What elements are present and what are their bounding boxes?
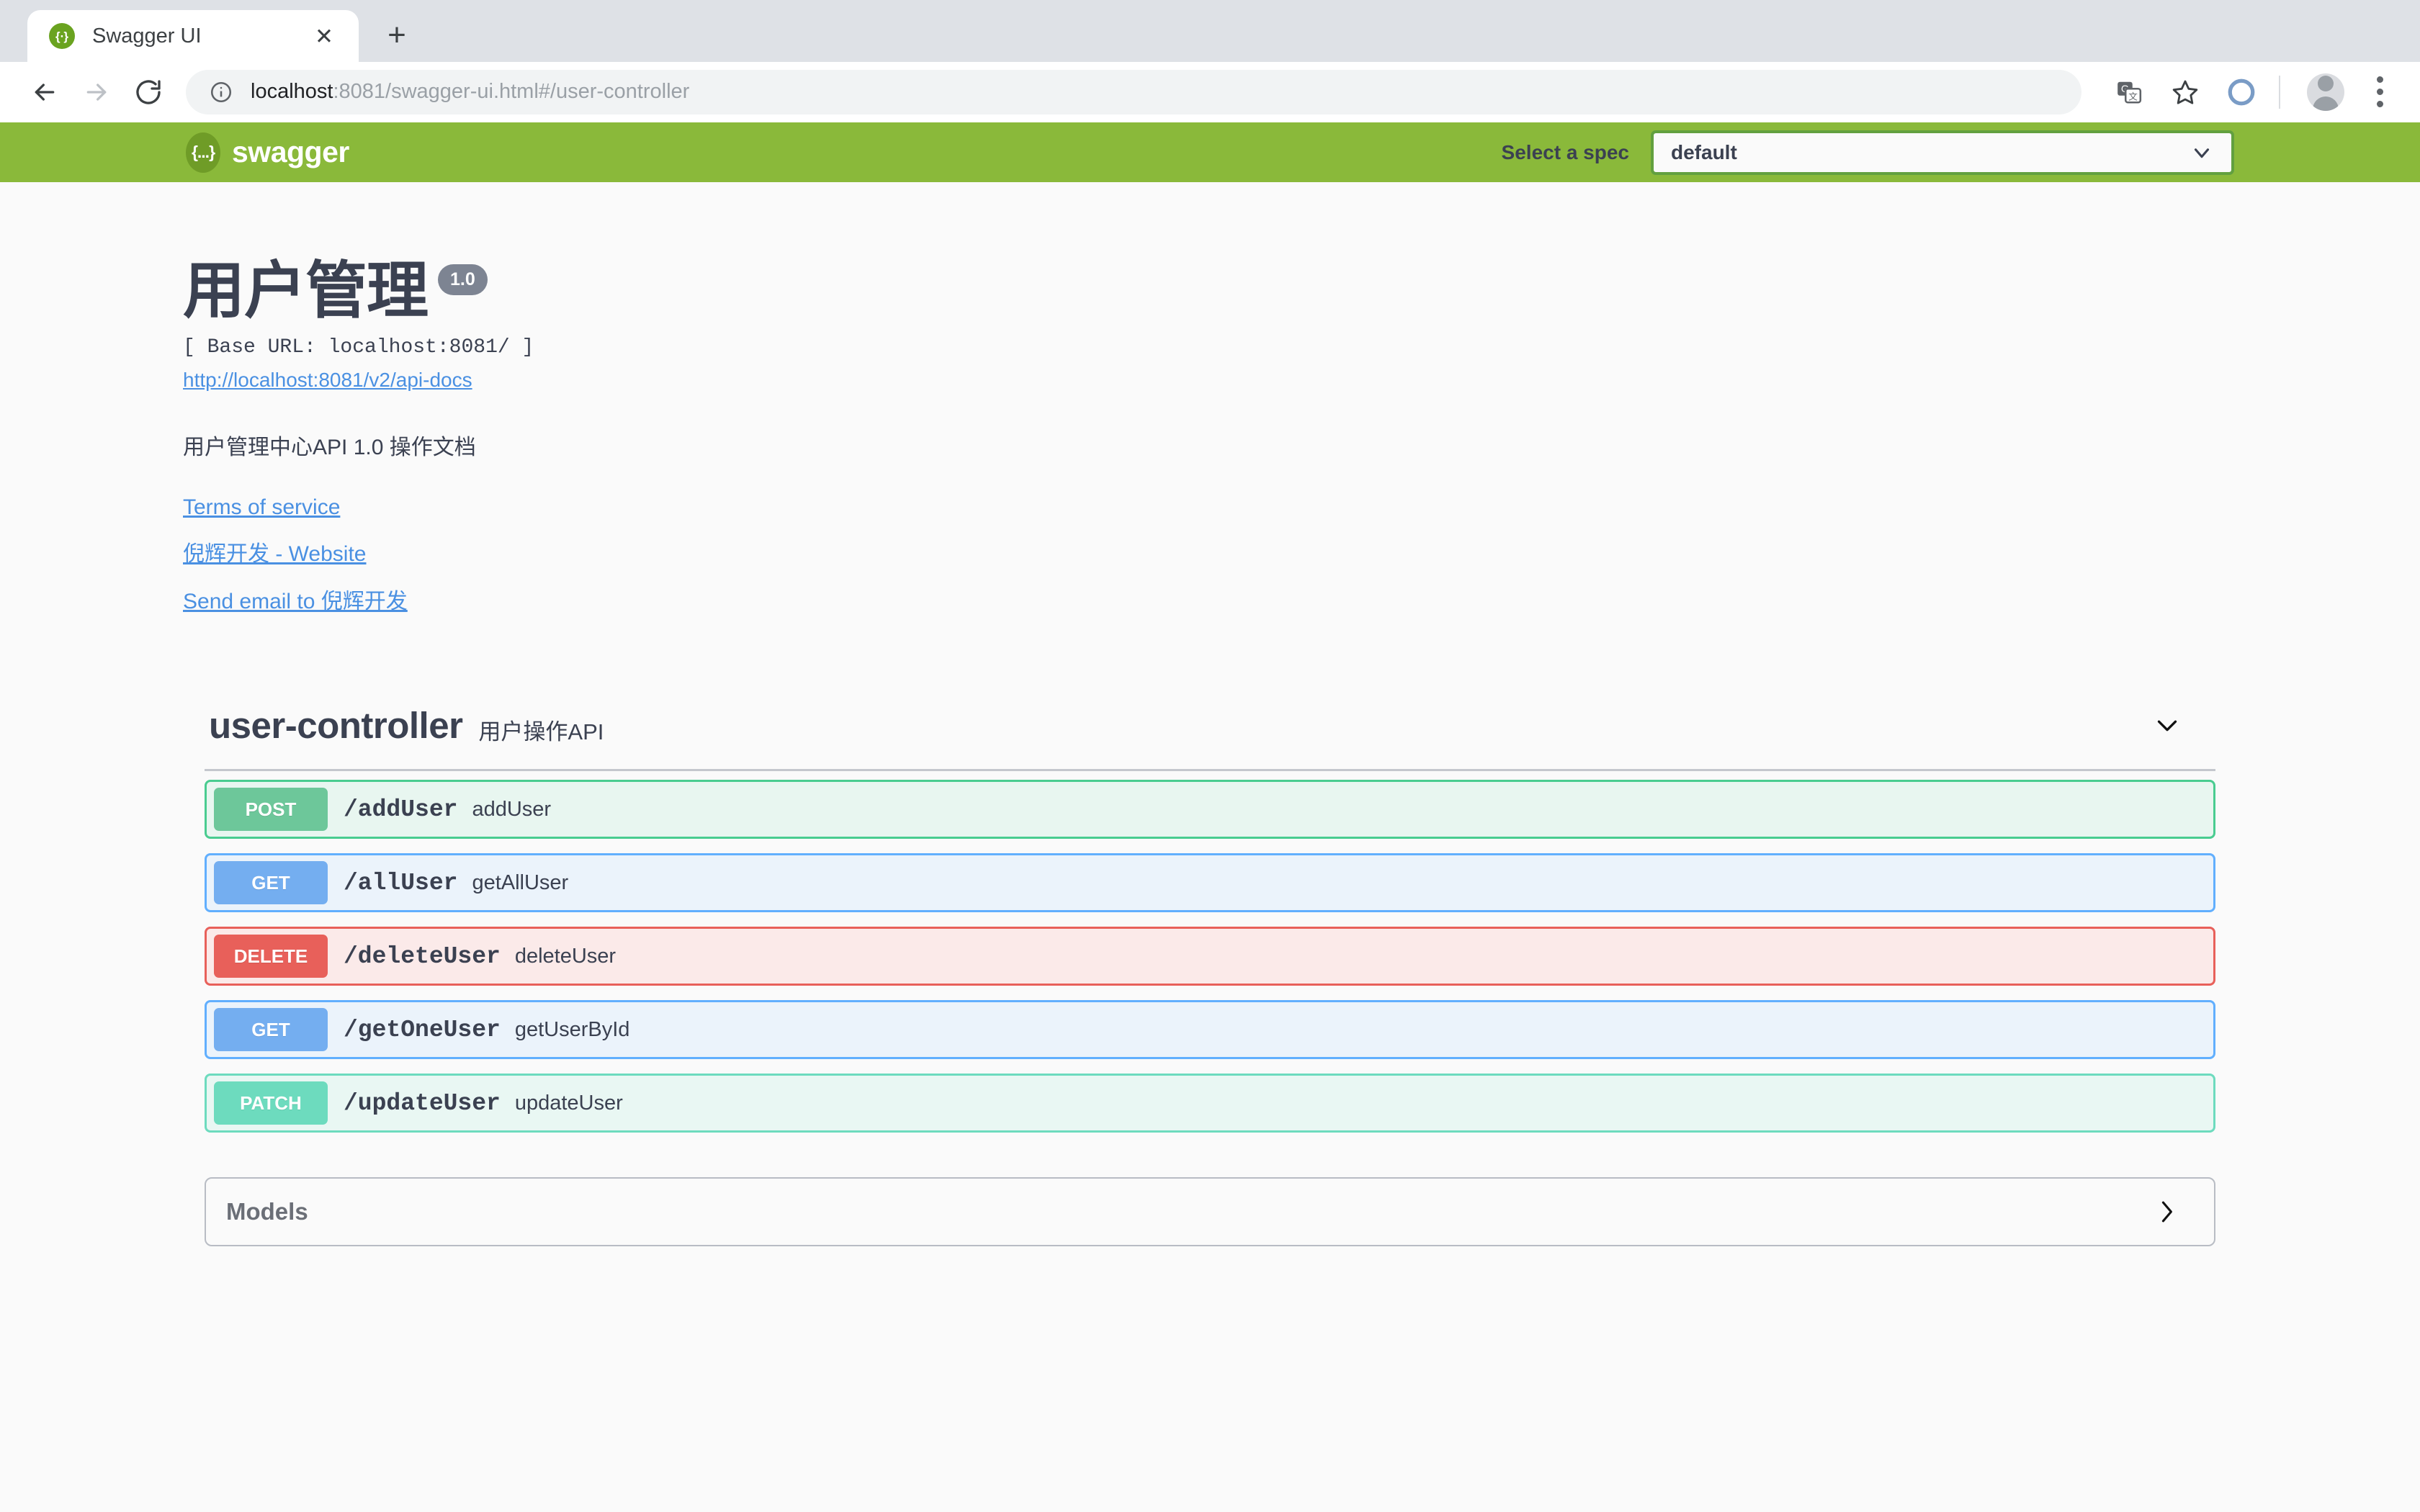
operation-row-deleteUser[interactable]: DELETE /deleteUser deleteUser — [205, 927, 2215, 986]
operation-summary: deleteUser — [514, 944, 617, 968]
operation-row-getOneUser[interactable]: GET /getOneUser getUserById — [205, 1000, 2215, 1059]
terms-of-service-link[interactable]: Terms of service — [183, 495, 2240, 520]
api-info: 用户管理 1.0 [ Base URL: localhost:8081/ ] h… — [180, 182, 2240, 615]
reload-icon[interactable] — [122, 66, 174, 118]
svg-text:文: 文 — [2128, 91, 2138, 102]
operation-row-allUser[interactable]: GET /allUser getAllUser — [205, 853, 2215, 912]
operation-list: POST /addUser addUser GET /allUser getAl… — [203, 780, 2217, 1133]
api-docs-link[interactable]: http://localhost:8081/v2/api-docs — [183, 369, 472, 392]
tab-strip: {∙} Swagger UI ✕ + — [0, 0, 2420, 62]
toolbar-divider — [2279, 75, 2280, 109]
website-link[interactable]: 倪辉开发 - Website — [183, 536, 2240, 567]
forward-arrow-icon[interactable] — [71, 66, 122, 118]
tag-section-user-controller: user-controller 用户操作API POST /addUser ad… — [180, 693, 2240, 1133]
spec-select-value: default — [1671, 140, 1737, 163]
api-title-row: 用户管理 1.0 — [183, 260, 2240, 322]
models-title: Models — [226, 1198, 308, 1225]
spec-select[interactable]: default — [1651, 130, 2234, 175]
browser-toolbar: localhost:8081/swagger-ui.html#/user-con… — [0, 62, 2420, 122]
close-icon[interactable]: ✕ — [308, 20, 340, 52]
chevron-right-icon[interactable] — [2145, 1190, 2188, 1233]
api-links: Terms of service 倪辉开发 - Website Send ema… — [183, 495, 2240, 615]
operation-path: /deleteUser — [344, 942, 501, 970]
extension-icon[interactable] — [2215, 66, 2267, 118]
operation-path: /updateUser — [344, 1089, 501, 1117]
operation-path: /addUser — [344, 796, 458, 823]
browser-chrome: {∙} Swagger UI ✕ + localhost:8081/swagge… — [0, 0, 2420, 122]
toolbar-actions: G文 — [2099, 66, 2401, 118]
content-container: 用户管理 1.0 [ Base URL: localhost:8081/ ] h… — [180, 182, 2240, 1246]
method-badge: GET — [214, 861, 328, 904]
address-bar[interactable]: localhost:8081/swagger-ui.html#/user-con… — [186, 69, 2081, 114]
operation-summary: addUser — [472, 797, 552, 821]
avatar-icon[interactable] — [2296, 66, 2348, 118]
swagger-logo-icon: {...} — [186, 132, 220, 173]
tag-name: user-controller — [209, 704, 463, 746]
method-badge: POST — [214, 788, 328, 831]
tab-title: Swagger UI — [92, 24, 202, 48]
operation-summary: getUserById — [514, 1017, 630, 1041]
page-title: 用户管理 — [183, 256, 429, 325]
swagger-topbar: {...} swagger Select a spec default — [0, 122, 2420, 182]
spec-selector-label: Select a spec — [1501, 140, 1629, 163]
spec-selector-group: Select a spec default — [1502, 130, 2234, 175]
contact-email-link[interactable]: Send email to 倪辉开发 — [183, 583, 2240, 615]
swagger-favicon-icon: {∙} — [49, 23, 75, 49]
info-circle-icon[interactable] — [209, 80, 233, 104]
browser-tab[interactable]: {∙} Swagger UI ✕ — [27, 10, 359, 62]
star-icon[interactable] — [2159, 66, 2211, 118]
operation-summary: getAllUser — [472, 870, 569, 894]
url-path: :8081/swagger-ui.html#/user-controller — [333, 80, 690, 103]
swagger-logo[interactable]: {...} swagger — [186, 132, 349, 173]
tag-header[interactable]: user-controller 用户操作API — [203, 693, 2217, 769]
tag-divider — [205, 769, 2215, 771]
kebab-menu-icon[interactable] — [2358, 66, 2401, 118]
operation-row-addUser[interactable]: POST /addUser addUser — [205, 780, 2215, 839]
translate-icon[interactable]: G文 — [2103, 66, 2155, 118]
operation-path: /allUser — [344, 869, 458, 896]
operation-path: /getOneUser — [344, 1016, 501, 1043]
operation-summary: updateUser — [514, 1091, 623, 1115]
version-badge: 1.0 — [438, 264, 488, 295]
swagger-logo-text: swagger — [232, 135, 349, 168]
swagger-page: 用户管理 1.0 [ Base URL: localhost:8081/ ] h… — [0, 182, 2420, 1512]
operation-row-updateUser[interactable]: PATCH /updateUser updateUser — [205, 1074, 2215, 1133]
back-arrow-icon[interactable] — [19, 66, 71, 118]
method-badge: PATCH — [214, 1081, 328, 1125]
address-bar-url: localhost:8081/swagger-ui.html#/user-con… — [251, 80, 689, 104]
chevron-down-icon[interactable] — [2142, 700, 2192, 750]
method-badge: DELETE — [214, 935, 328, 978]
url-host: localhost — [251, 80, 333, 103]
tag-description: 用户操作API — [478, 719, 604, 744]
chevron-down-icon — [2190, 140, 2214, 165]
base-url: [ Base URL: localhost:8081/ ] — [183, 336, 534, 359]
models-section[interactable]: Models — [205, 1177, 2215, 1246]
api-description: 用户管理中心API 1.0 操作文档 — [183, 436, 476, 459]
method-badge: GET — [214, 1008, 328, 1051]
new-tab-button[interactable]: + — [375, 13, 419, 58]
